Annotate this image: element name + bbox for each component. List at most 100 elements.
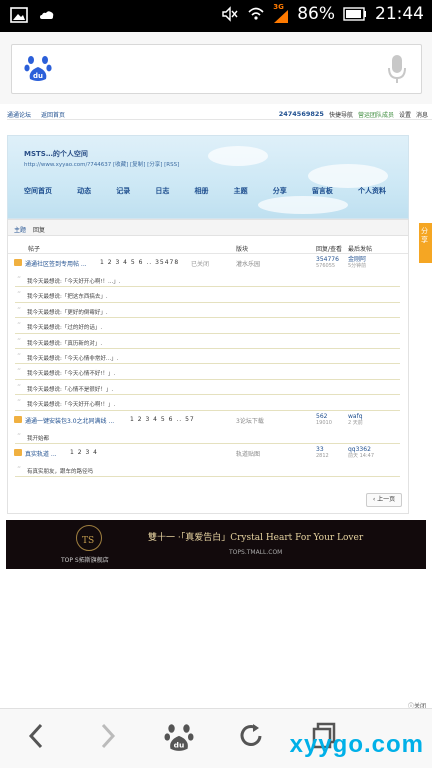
refresh-icon[interactable] bbox=[236, 721, 266, 751]
reply-quote: “我今天最想说:「今天好开心啊!！」. bbox=[15, 395, 400, 411]
search-input[interactable]: du bbox=[11, 44, 422, 94]
space-title[interactable]: MSTS…的个人空间 bbox=[24, 149, 88, 159]
col-forum: 版块 bbox=[236, 246, 249, 253]
baidu-home-icon[interactable]: du bbox=[164, 721, 194, 753]
baidu-paw-icon: du bbox=[24, 56, 52, 81]
nav-guestbook[interactable]: 留言板 bbox=[312, 186, 333, 196]
reply-quote: “我今天最想说:「今天心情不好!！」. bbox=[15, 364, 400, 380]
quote-text: 我今天最想说:「真历新的对」. bbox=[27, 340, 103, 347]
reply-quote: “我开始都 bbox=[15, 429, 400, 444]
last-user[interactable]: qq3362 bbox=[348, 446, 371, 453]
view-count: 19010 bbox=[316, 419, 332, 426]
site-watermark: xyygo.com bbox=[289, 731, 424, 758]
thread-forum[interactable]: 轨道贴图 bbox=[236, 449, 260, 458]
quote-text: 我开始都 bbox=[27, 435, 50, 442]
quick-nav[interactable]: 快捷导航 bbox=[329, 110, 353, 119]
col-stat: 回复/查看 bbox=[316, 246, 343, 253]
thread-last[interactable]: 金刚阿 5分钟前 bbox=[348, 256, 366, 270]
reply-quote: “有真实朋友，跟车的路径吗 bbox=[15, 462, 400, 478]
reply-quote: “我今天最想说:「更好的倒霉好」. bbox=[15, 303, 400, 319]
folder-icon bbox=[14, 415, 22, 423]
svg-text:du: du bbox=[174, 741, 185, 750]
svg-text:TS: TS bbox=[82, 536, 94, 546]
battery-percent: 86% bbox=[297, 4, 335, 24]
thread-title[interactable]: 通通一键安装包3.0之北同满线 ... bbox=[25, 416, 114, 425]
nav-share[interactable]: 分享 bbox=[273, 186, 287, 196]
reply-quote: “我今天最想说:「过的好的话」. bbox=[15, 318, 400, 334]
thread-last[interactable]: wafq 2 天前 bbox=[348, 413, 363, 427]
forward-icon[interactable] bbox=[98, 721, 118, 751]
microphone-icon[interactable] bbox=[387, 54, 407, 84]
mute-icon bbox=[222, 6, 238, 22]
brand-logo: TS bbox=[76, 525, 102, 551]
thread-title[interactable]: 通通社区签到专用帖 ... bbox=[25, 259, 87, 268]
thread-title[interactable]: 真实轨道 ... bbox=[25, 449, 57, 458]
ad-banner[interactable]: TS TOP S拓斯旗舰店 雙十一 ·「真爱告白」Crystal Heart F… bbox=[6, 520, 426, 569]
thread-pages[interactable]: 1 2 3 4 5 6 .. 57 bbox=[130, 416, 195, 423]
nav-profile[interactable]: 个人资料 bbox=[358, 186, 386, 196]
table-header: 帖子 版块 回复/查看 最后发帖 bbox=[8, 236, 408, 254]
space-url[interactable]: http://www.xyyao.com/?744637 [收藏] [复制] [… bbox=[24, 160, 179, 168]
thread-status: 已关闭 bbox=[191, 261, 210, 268]
reply-quote: “我今天最想说:「心情不是很好！」. bbox=[15, 380, 400, 396]
reply-quote: “我今天最想说:「今天心情非常好...」. bbox=[15, 349, 400, 365]
nav-home[interactable]: 空间首页 bbox=[24, 186, 52, 196]
wifi-icon bbox=[248, 7, 264, 20]
reply-quote: “我今天最想说:「真历新的对」. bbox=[15, 334, 400, 349]
close-ad-link[interactable]: ⓘ关闭 bbox=[408, 701, 426, 708]
right-column: 分享 bbox=[415, 219, 432, 339]
thread-locked-icon bbox=[14, 259, 22, 266]
thread-last[interactable]: qq3362 前天 14:47 bbox=[348, 446, 374, 460]
battery-icon bbox=[343, 7, 366, 21]
reply-count: 33 bbox=[316, 445, 324, 453]
ad-slogan: 雙十一 ·「真爱告白」Crystal Heart For Your Lover bbox=[148, 533, 364, 543]
thread-pages[interactable]: 1 2 3 4 5 6 .. 35478 bbox=[100, 259, 179, 266]
settings-link[interactable]: 设置 bbox=[399, 110, 411, 119]
site-link-forum[interactable]: 通通论坛 bbox=[7, 112, 31, 119]
back-icon[interactable] bbox=[26, 721, 46, 751]
view-count: 2812 bbox=[316, 452, 329, 459]
ad-url: TOPS.TMALL.COM bbox=[229, 549, 283, 556]
browser-search-area: du bbox=[0, 32, 432, 104]
nav-records[interactable]: 记录 bbox=[116, 186, 130, 196]
last-user[interactable]: wafq bbox=[348, 413, 363, 420]
col-thread: 帖子 bbox=[28, 246, 41, 253]
quote-text: 我今天最想说:「今天好开心啊!！...」. bbox=[27, 279, 121, 285]
reply-quote: “我今天最想说:「今天好开心啊!！...」. bbox=[15, 272, 400, 288]
reply-quote: “我今天最想说:「把这东西搞去」. bbox=[15, 287, 400, 303]
thread-pages[interactable]: 1 2 3 4 bbox=[70, 449, 98, 456]
clock: 21:44 bbox=[375, 4, 424, 24]
share-tab[interactable]: 分享 bbox=[419, 223, 432, 263]
table-row[interactable]: 真实轨道 ... 1 2 3 4 轨道贴图 33 2812 qq3362 前天 14… bbox=[8, 444, 408, 462]
quote-text: 有真实朋友，跟车的路径吗 bbox=[27, 468, 94, 475]
prev-page-button[interactable]: ‹ 上一页 bbox=[366, 493, 402, 507]
table-row[interactable]: 通通社区签到专用帖 ... 1 2 3 4 5 6 .. 35478 已关闭 灌… bbox=[8, 254, 408, 272]
last-user[interactable]: 金刚阿 bbox=[348, 256, 366, 263]
reply-count: 562 bbox=[316, 412, 328, 420]
forum-top-bar: 通通论坛 返回首页 2474569825 快捷导航 营运团队成员 设置 消息 bbox=[7, 109, 432, 120]
nav-threads[interactable]: 主题 bbox=[234, 186, 248, 196]
gallery-icon bbox=[10, 7, 28, 23]
space-banner: MSTS…的个人空间 http://www.xyyao.com/?744637 … bbox=[7, 135, 409, 219]
tab-threads[interactable]: 主题 bbox=[14, 227, 26, 234]
nav-blog[interactable]: 日志 bbox=[155, 186, 169, 196]
last-time: 5分钟前 bbox=[348, 263, 367, 269]
quote-text: 我今天最想说:「更好的倒霉好」. bbox=[27, 309, 108, 316]
nav-feed[interactable]: 动态 bbox=[77, 186, 91, 196]
weather-icon bbox=[40, 11, 54, 19]
reply-count: 354776 bbox=[316, 256, 339, 263]
thread-forum[interactable]: 灌水乐园 bbox=[236, 259, 260, 268]
messages-link[interactable]: 消息 bbox=[416, 110, 428, 119]
tab-replies[interactable]: 回复 bbox=[33, 227, 45, 234]
quote-text: 我今天最想说:「今天好开心啊!！」. bbox=[27, 402, 116, 409]
nav-album[interactable]: 相册 bbox=[195, 186, 209, 196]
table-row[interactable]: 通通一键安装包3.0之北同满线 ... 1 2 3 4 5 6 .. 57 3论… bbox=[8, 411, 408, 429]
quote-text: 我今天最想说:「今天心情不好!！」. bbox=[27, 371, 116, 378]
site-link-home[interactable]: 返回首页 bbox=[41, 112, 65, 119]
user-id[interactable]: 2474569825 bbox=[279, 110, 324, 119]
prev-page-label: 上一页 bbox=[377, 496, 396, 503]
last-time: 2 天前 bbox=[348, 419, 363, 426]
space-nav: 空间首页 动态 记录 日志 相册 主题 分享 留言板 个人资料 bbox=[24, 186, 386, 196]
thread-forum[interactable]: 3论坛下载 bbox=[236, 416, 264, 425]
col-last: 最后发帖 bbox=[348, 246, 373, 253]
